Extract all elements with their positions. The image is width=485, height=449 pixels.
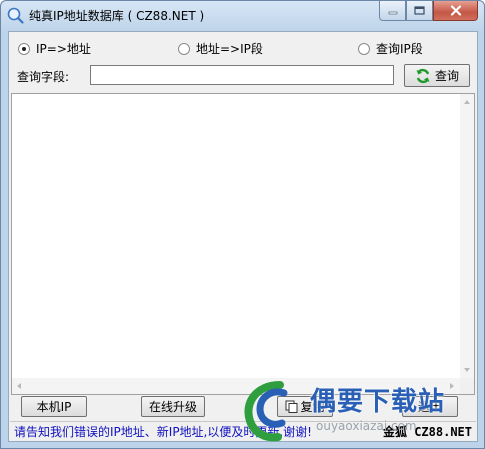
copy-icon [285,400,298,413]
app-window: 纯真IP地址数据库 ( CZ88.NET ) IP=>地址 地址=>IP段 查询… [0,0,485,449]
status-message: 请告知我们错误的IP地址、新IP地址,以便及时更新,谢谢! [14,424,312,439]
query-input[interactable] [90,65,394,85]
scroll-left-arrow-icon[interactable] [17,383,21,389]
radio-label: 地址=>IP段 [196,42,263,56]
refresh-icon [416,68,430,83]
scrollbar-corner [460,378,474,394]
radio-address-to-ip-range[interactable]: 地址=>IP段 [178,40,263,57]
scroll-down-arrow-icon[interactable] [464,368,470,372]
scroll-up-arrow-icon[interactable] [464,100,470,104]
query-field-label: 查询字段: [17,70,70,84]
minimize-button[interactable] [379,1,406,21]
radio-unselected-icon [178,42,190,55]
horizontal-scrollbar[interactable] [12,378,460,394]
maximize-button[interactable] [406,1,433,21]
query-button-label: 查询 [434,69,459,83]
close-button[interactable] [433,1,478,21]
local-ip-button[interactable]: 本机IP [21,396,87,417]
status-bar: 请告知我们错误的IP地址、新IP地址,以便及时更新,谢谢! 金狐 CZ88.NE… [10,421,476,440]
online-upgrade-button[interactable]: 在线升级 [141,396,205,417]
radio-unselected-icon [358,42,370,55]
copy-button[interactable]: 复制 [277,396,333,417]
status-site: 金狐 CZ88.NET [382,424,472,439]
close-icon [450,5,461,16]
client-area: IP=>地址 地址=>IP段 查询IP段 查询字段: 查询 本机IP 在线升级 … [8,31,478,442]
copy-button-label: 复制 [300,400,325,414]
query-button[interactable]: 查询 [404,64,470,87]
app-search-icon [7,7,24,24]
radio-selected-icon [18,42,30,55]
maximize-icon [414,6,425,15]
radio-query-ip-range[interactable]: 查询IP段 [358,40,423,57]
vertical-scrollbar[interactable] [460,94,474,378]
exit-button[interactable]: 退出 [402,396,458,417]
caption-buttons [379,1,478,21]
radio-label: 查询IP段 [376,42,423,56]
scroll-right-arrow-icon[interactable] [450,383,454,389]
window-title: 纯真IP地址数据库 ( CZ88.NET ) [29,9,205,23]
title-bar[interactable]: 纯真IP地址数据库 ( CZ88.NET ) [1,1,484,31]
result-text-area[interactable] [11,93,475,395]
minimize-icon [388,11,397,14]
radio-ip-to-address[interactable]: IP=>地址 [18,40,91,57]
radio-label: IP=>地址 [36,42,91,56]
